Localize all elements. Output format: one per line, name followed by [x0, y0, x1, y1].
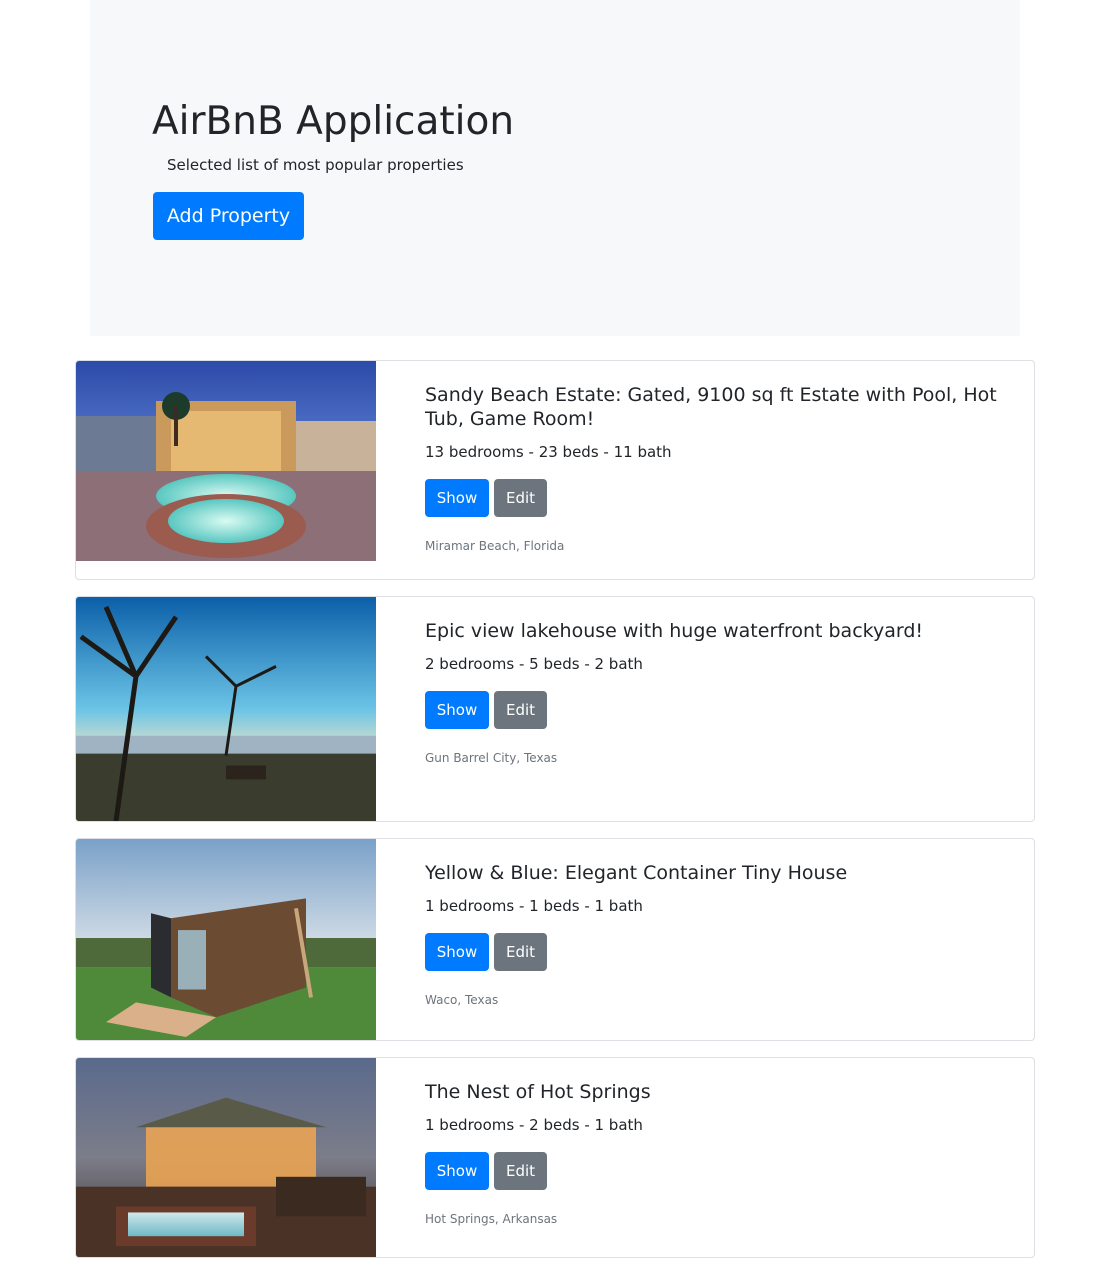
property-card-body: Yellow & Blue: Elegant Container Tiny Ho… [425, 839, 1015, 1008]
add-property-button[interactable]: Add Property [153, 192, 304, 240]
property-image [76, 361, 376, 561]
property-card: Epic view lakehouse with huge waterfront… [75, 596, 1035, 822]
edit-button[interactable]: Edit [494, 1152, 547, 1190]
property-details: 2 bedrooms - 5 beds - 2 bath [425, 655, 643, 673]
edit-button[interactable]: Edit [494, 933, 547, 971]
page-title: AirBnB Application [152, 99, 515, 144]
property-details: 13 bedrooms - 23 beds - 11 bath [425, 443, 672, 461]
property-card-body: Epic view lakehouse with huge waterfront… [425, 597, 1015, 766]
show-button[interactable]: Show [425, 691, 489, 729]
property-image [76, 839, 376, 1040]
property-actions: Show Edit [425, 691, 1015, 729]
show-button[interactable]: Show [425, 479, 489, 517]
property-title: Epic view lakehouse with huge waterfront… [425, 620, 924, 642]
property-location: Gun Barrel City, Texas [425, 751, 558, 765]
property-card: The Nest of Hot Springs 1 bedrooms - 2 b… [75, 1057, 1035, 1258]
property-title: Sandy Beach Estate: Gated, 9100 sq ft Es… [425, 384, 997, 430]
property-location: Hot Springs, Arkansas [425, 1212, 558, 1226]
property-title: Yellow & Blue: Elegant Container Tiny Ho… [425, 862, 848, 884]
property-card: Sandy Beach Estate: Gated, 9100 sq ft Es… [75, 360, 1035, 580]
property-details: 1 bedrooms - 2 beds - 1 bath [425, 1116, 643, 1134]
property-title: The Nest of Hot Springs [425, 1081, 651, 1103]
property-image [76, 1058, 376, 1257]
property-actions: Show Edit [425, 1152, 1015, 1190]
property-details: 1 bedrooms - 1 beds - 1 bath [425, 897, 643, 915]
show-button[interactable]: Show [425, 933, 489, 971]
property-location: Miramar Beach, Florida [425, 539, 565, 553]
property-actions: Show Edit [425, 479, 1015, 517]
property-actions: Show Edit [425, 933, 1015, 971]
property-card-body: Sandy Beach Estate: Gated, 9100 sq ft Es… [425, 361, 1015, 554]
property-location: Waco, Texas [425, 993, 499, 1007]
property-card: Yellow & Blue: Elegant Container Tiny Ho… [75, 838, 1035, 1041]
property-image [76, 597, 376, 821]
edit-button[interactable]: Edit [494, 479, 547, 517]
edit-button[interactable]: Edit [494, 691, 547, 729]
property-card-body: The Nest of Hot Springs 1 bedrooms - 2 b… [425, 1058, 1015, 1227]
jumbotron: AirBnB Application Selected list of most… [90, 0, 1020, 336]
show-button[interactable]: Show [425, 1152, 489, 1190]
page-subtitle: Selected list of most popular properties [167, 156, 464, 174]
